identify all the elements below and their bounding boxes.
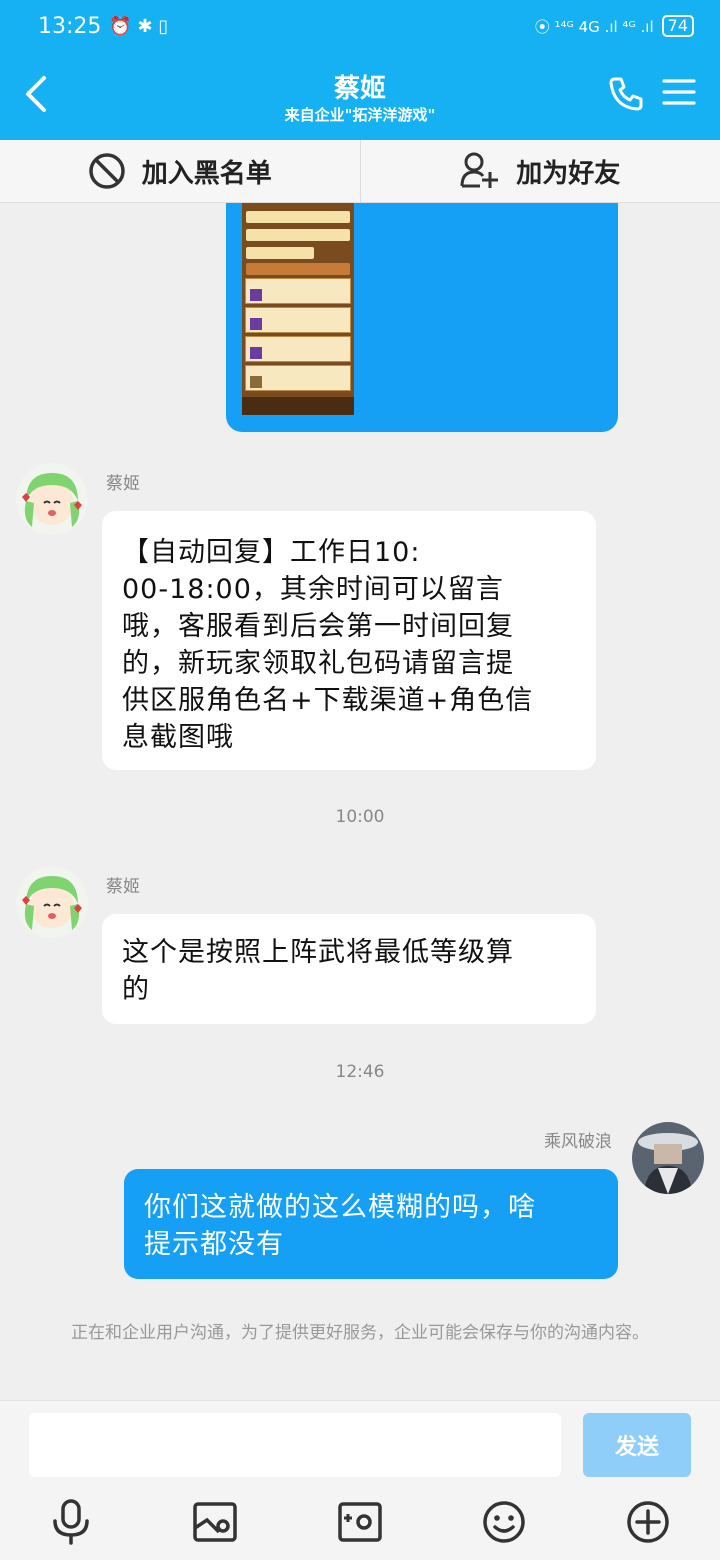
my-avatar[interactable]	[632, 1122, 704, 1194]
image-message-bubble[interactable]	[226, 203, 618, 432]
sender-name: 蔡姬	[106, 877, 140, 897]
header: 13:25 ⏰ ✱ ▯ ⦿ ¹⁴ᴳ 4G .ıl ⁴ᴳ .ıl 74 蔡姬 来自…	[0, 0, 720, 140]
timestamp: 12:46	[335, 1062, 385, 1082]
image-icon[interactable]	[190, 1497, 240, 1547]
status-icons: ⏰ ✱ ▯	[109, 15, 169, 37]
add-user-icon	[460, 152, 499, 188]
blacklist-label: 加入黑名单	[141, 158, 272, 189]
timestamp: 10:00	[335, 807, 385, 827]
message-bubble[interactable]: 【自动回复】工作日10: 00-18:00，其余时间可以留言 哦，客服看到后会第…	[102, 511, 596, 770]
battery-indicator: 74	[661, 15, 694, 37]
avatar[interactable]	[16, 463, 88, 535]
camera-icon[interactable]	[335, 1497, 385, 1547]
message-input[interactable]	[29, 1413, 561, 1477]
send-button[interactable]: 发送	[583, 1413, 691, 1477]
plus-icon[interactable]	[623, 1497, 673, 1547]
menu-icon[interactable]	[662, 76, 696, 108]
block-icon	[88, 153, 125, 189]
sender-name: 蔡姬	[106, 474, 140, 494]
composer: 发送	[0, 1400, 720, 1560]
action-bar: 加入黑名单 加为好友	[0, 140, 720, 203]
microphone-icon[interactable]	[46, 1497, 96, 1547]
game-screenshot-image[interactable]	[242, 203, 354, 415]
message-bubble[interactable]: 这个是按照上阵武将最低等级算 的	[102, 914, 596, 1024]
my-message-bubble[interactable]: 你们这就做的这么模糊的吗，啥 提示都没有	[124, 1169, 618, 1279]
network-indicator: ⦿ ¹⁴ᴳ 4G .ıl ⁴ᴳ .ıl	[534, 17, 654, 36]
emoji-icon[interactable]	[479, 1497, 529, 1547]
add-friend-button[interactable]: 加为好友	[359, 140, 720, 202]
status-time: 13:25	[38, 13, 102, 39]
nav-bar: 蔡姬 来自企业"拓洋洋游戏"	[0, 60, 720, 130]
add-to-blacklist-button[interactable]: 加入黑名单	[0, 140, 360, 202]
sender-name: 乘风破浪	[544, 1132, 612, 1152]
privacy-notice: 正在和企业用户沟通，为了提供更好服务，企业可能会保存与你的沟通内容。	[71, 1323, 649, 1343]
add-friend-label: 加为好友	[516, 158, 621, 189]
avatar[interactable]	[16, 866, 88, 938]
status-bar: 13:25 ⏰ ✱ ▯ ⦿ ¹⁴ᴳ 4G .ıl ⁴ᴳ .ıl 74	[38, 10, 694, 42]
phone-icon[interactable]	[606, 74, 646, 114]
